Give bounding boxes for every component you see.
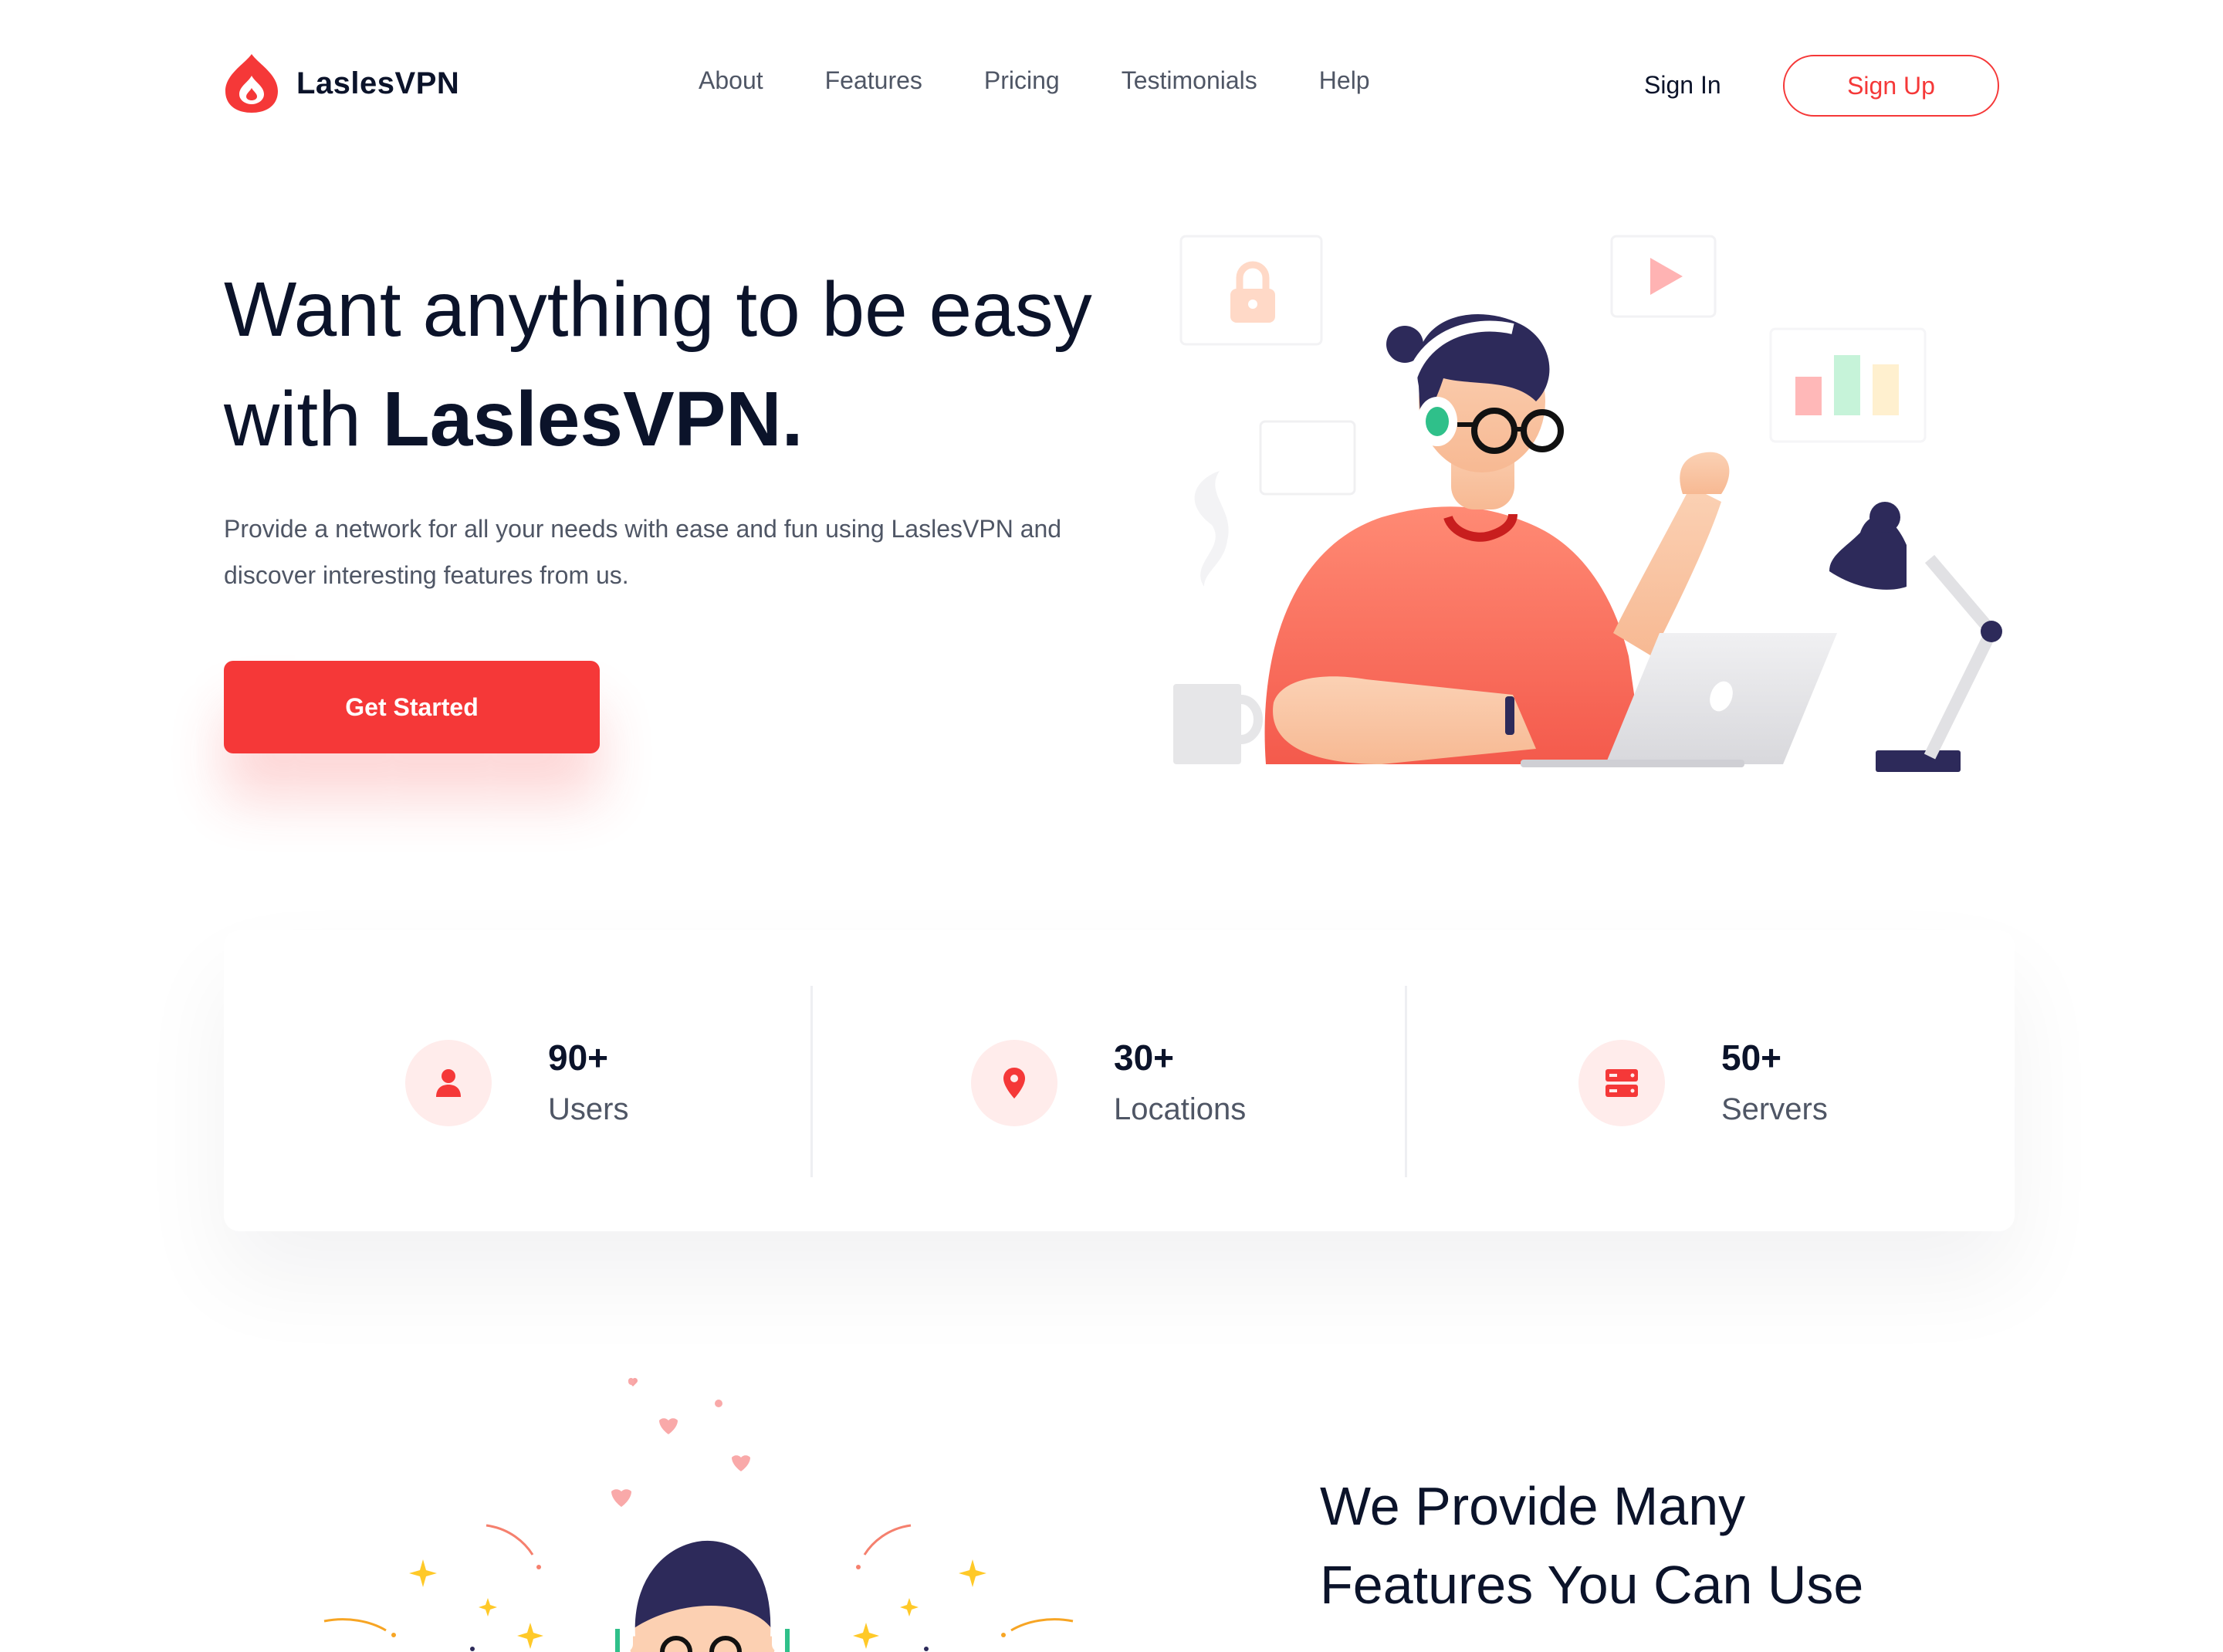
nav-link-features[interactable]: Features — [825, 66, 922, 95]
desk-lamp-icon — [1829, 502, 2002, 772]
nav-link-testimonials[interactable]: Testimonials — [1122, 66, 1257, 95]
nav-link-pricing[interactable]: Pricing — [984, 66, 1060, 95]
stats-divider — [1405, 986, 1407, 1177]
steam — [1194, 471, 1229, 587]
lock-card — [1179, 235, 1323, 346]
features-title-line2: Features You Can Use — [1320, 1555, 1864, 1615]
stat-locations-label: Locations — [1114, 1092, 1247, 1126]
hero-title-prefix: with — [224, 376, 383, 462]
stat-locations-icon-bg — [971, 1040, 1057, 1126]
location-pin-icon — [1003, 1068, 1025, 1099]
nav-link-about[interactable]: About — [699, 66, 763, 95]
features-title: We Provide Many Features You Can Use — [1320, 1467, 2015, 1624]
top-navigation: LaslesVPN About Features Pricing Testimo… — [0, 0, 2223, 170]
hearts — [611, 1377, 750, 1507]
stat-locations-value: 30+ — [1114, 1038, 1175, 1078]
server-icon — [1606, 1069, 1638, 1097]
stats-divider — [810, 986, 813, 1177]
hero-description: Provide a network for all your needs wit… — [224, 515, 1062, 589]
hero-title-line1: Want anything to be easy — [224, 266, 1092, 353]
stat-servers-value: 50+ — [1721, 1038, 1782, 1078]
logo[interactable]: LaslesVPN — [224, 52, 459, 114]
person-head — [614, 1528, 790, 1652]
stat-users-label: Users — [548, 1092, 629, 1126]
hero-title-brand: LaslesVPN. — [382, 376, 804, 462]
hero-title: Want anything to be easy with LaslesVPN. — [224, 255, 1150, 474]
blank-card — [1259, 420, 1356, 496]
nav-links: About Features Pricing Testimonials Help — [699, 66, 1432, 95]
get-started-button[interactable]: Get Started — [224, 661, 600, 753]
features-title-line1: We Provide Many — [1320, 1476, 1746, 1536]
nav-link-help[interactable]: Help — [1319, 66, 1370, 95]
features-illustration — [323, 1377, 1074, 1652]
hero-illustration — [1173, 235, 2002, 772]
sign-in-link[interactable]: Sign In — [1644, 71, 1721, 100]
user-icon — [436, 1069, 461, 1097]
chart-card — [1769, 327, 1927, 443]
sign-up-button[interactable]: Sign Up — [1783, 55, 1999, 117]
stat-users-value: 90+ — [548, 1038, 609, 1078]
play-card — [1610, 235, 1717, 318]
mug-icon — [1173, 684, 1263, 764]
stat-servers-label: Servers — [1721, 1092, 1828, 1126]
stat-users-icon-bg — [405, 1040, 492, 1126]
logo-text: LaslesVPN — [296, 66, 460, 100]
logo-icon — [225, 54, 278, 113]
stats-card: 90+ Users 30+ Locations 50+ Servers — [224, 930, 2015, 1231]
stat-servers-icon-bg — [1578, 1040, 1665, 1126]
